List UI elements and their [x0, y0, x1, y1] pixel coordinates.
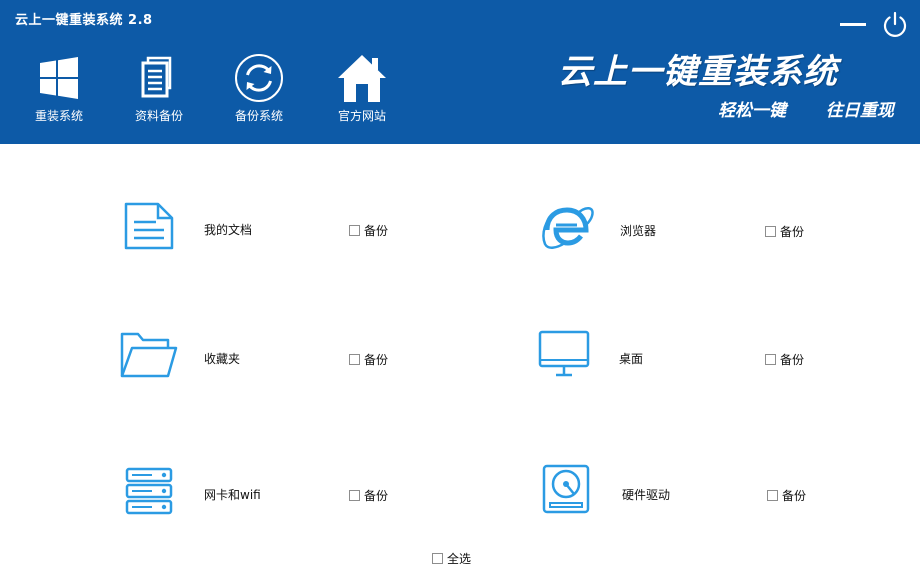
checkbox[interactable]: [767, 490, 778, 501]
header-bar: 云上一键重装系统 2.8 重装系统 资料备份 备份系统 官方网站 云上一键重装系…: [0, 0, 920, 144]
toolbar-reinstall-system[interactable]: 重装系统: [13, 52, 105, 132]
brand-slogan: 轻松一键 往日重现: [718, 101, 894, 121]
backup-checkbox-drivers[interactable]: 备份: [767, 487, 806, 504]
refresh-icon: [235, 54, 283, 102]
backup-checkbox-documents[interactable]: 备份: [349, 222, 388, 239]
checkbox[interactable]: [765, 226, 776, 237]
backup-checkbox-network[interactable]: 备份: [349, 487, 388, 504]
folder-icon: [120, 332, 178, 378]
network-server-icon: [125, 467, 173, 515]
backup-checkbox-desktop[interactable]: 备份: [765, 351, 804, 368]
toolbar-label: 官方网站: [337, 109, 386, 123]
backup-checkbox-favorites[interactable]: 备份: [349, 351, 388, 368]
minimize-button[interactable]: [838, 16, 868, 34]
backup-item-label: 硬件驱动: [622, 488, 671, 502]
checkbox[interactable]: [349, 490, 360, 501]
documents-icon: [141, 56, 172, 98]
backup-checkbox-browser[interactable]: 备份: [765, 223, 804, 240]
backup-item-label: 收藏夹: [204, 352, 241, 366]
backup-item-label: 浏览器: [620, 224, 657, 238]
checkbox[interactable]: [349, 225, 360, 236]
hard-drive-icon: [542, 464, 590, 514]
backup-item-label: 网卡和wifi: [204, 488, 261, 502]
checkbox-label: 备份: [364, 353, 389, 367]
toolbar-label: 备份系统: [234, 109, 283, 123]
select-all-label: 全选: [447, 552, 472, 566]
backup-item-label: 我的文档: [204, 223, 253, 237]
checkbox-label: 备份: [780, 353, 805, 367]
brand-title: 云上一键重装系统: [558, 52, 838, 92]
windows-icon: [40, 57, 78, 99]
close-button[interactable]: [880, 10, 910, 40]
toolbar-label: 资料备份: [134, 109, 183, 123]
power-icon: [883, 11, 907, 37]
toolbar-official-site[interactable]: 官方网站: [316, 52, 408, 132]
home-icon: [338, 55, 386, 102]
monitor-icon: [538, 330, 590, 377]
toolbar-data-backup[interactable]: 资料备份: [113, 52, 205, 132]
backup-item-label: 桌面: [619, 352, 644, 366]
checkbox-label: 备份: [780, 225, 805, 239]
checkbox[interactable]: [765, 354, 776, 365]
checkbox-label: 备份: [364, 489, 389, 503]
document-icon: [124, 202, 174, 250]
select-all-checkbox[interactable]: 全选: [432, 550, 471, 567]
toolbar-label: 重装系统: [34, 109, 83, 123]
ie-browser-icon: [542, 207, 594, 249]
toolbar-backup-system[interactable]: 备份系统: [213, 52, 305, 132]
minimize-icon: [840, 23, 866, 26]
checkbox[interactable]: [349, 354, 360, 365]
app-title: 云上一键重装系统 2.8: [15, 13, 153, 28]
checkbox[interactable]: [432, 553, 443, 564]
checkbox-label: 备份: [782, 489, 807, 503]
checkbox-label: 备份: [364, 224, 389, 238]
